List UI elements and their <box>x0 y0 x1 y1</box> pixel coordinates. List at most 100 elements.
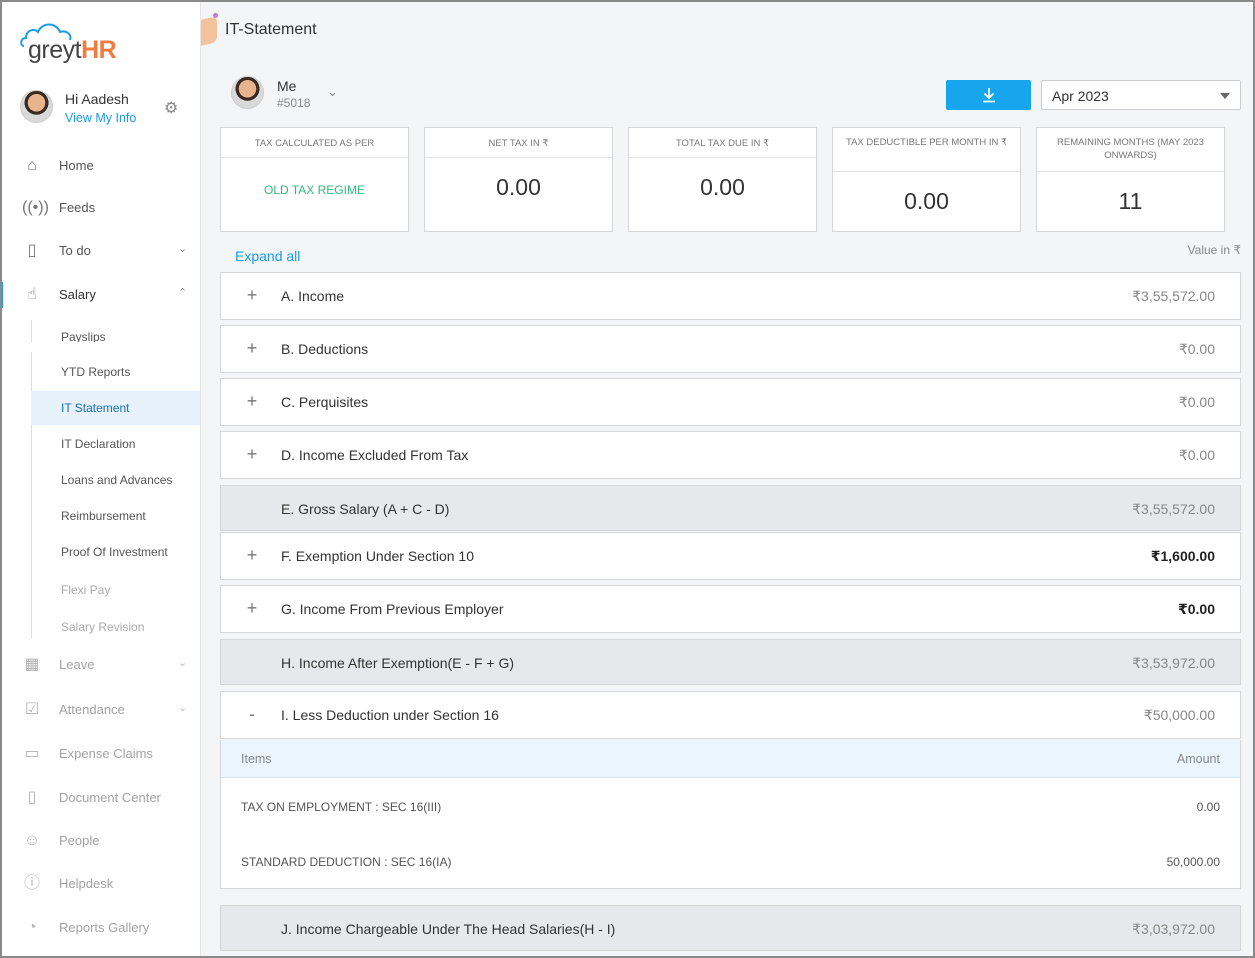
broadcast-icon: ((•)) <box>22 199 49 216</box>
logo-text: greyt <box>28 36 82 64</box>
section-amount: ₹3,53,972.00 <box>1132 655 1215 671</box>
greeting: Hi Aadesh <box>65 91 129 107</box>
sub-it-statement[interactable]: IT Statement <box>31 391 200 425</box>
section-amount: ₹50,000.00 <box>1143 707 1215 723</box>
sub-payslips[interactable]: Payslips <box>31 320 200 342</box>
nav-expense-label: Expense Claims <box>59 746 153 761</box>
sub-loans-advances[interactable]: Loans and Advances <box>31 463 200 497</box>
caret-down-icon <box>1220 93 1230 99</box>
remaining-months-value: 11 <box>1118 188 1143 214</box>
chevron-down-icon[interactable]: ⌄ <box>327 84 338 100</box>
avatar[interactable] <box>20 90 53 123</box>
plus-icon[interactable]: + <box>244 445 260 463</box>
main-content: IT-Statement Me #5018 ⌄ Apr 2023 TAX CAL… <box>201 0 1255 958</box>
hand-money-icon: ☝ <box>27 286 37 303</box>
plus-icon[interactable]: + <box>244 546 260 564</box>
card-total-due-head: TOTAL TAX DUE IN ₹ <box>629 128 816 158</box>
page-title: IT-Statement <box>225 21 317 38</box>
section-amount: ₹0.00 <box>1178 601 1215 617</box>
nav-attendance-label: Attendance <box>59 702 125 717</box>
sub-reimbursement-label: Reimbursement <box>61 509 146 523</box>
section-h-income-after-exemption: H. Income After Exemption(E - F + G) ₹3,… <box>220 639 1241 685</box>
row-amount: 50,000.00 <box>1166 855 1220 869</box>
nav-home-label: Home <box>59 158 94 173</box>
card-total-tax-due: TOTAL TAX DUE IN ₹ 0.00 <box>628 127 817 232</box>
section-label: C. Perquisites <box>281 394 369 410</box>
sidebar: greytHR Hi Aadesh View My Info ⚙ ⌂ Home … <box>0 0 201 958</box>
plus-icon[interactable]: + <box>244 392 260 410</box>
view-my-info-link[interactable]: View My Info <box>65 111 136 125</box>
user-profile: Hi Aadesh View My Info ⚙ <box>20 88 190 128</box>
section-label: F. Exemption Under Section 10 <box>281 548 474 564</box>
sub-reimbursement[interactable]: Reimbursement <box>31 499 200 533</box>
sub-revision-label: Salary Revision <box>61 620 145 634</box>
section-d-income-excluded[interactable]: + D. Income Excluded From Tax ₹0.00 <box>220 431 1241 479</box>
expand-all-link[interactable]: Expand all <box>235 248 300 264</box>
greythr-logo[interactable]: greytHR <box>20 20 140 66</box>
card-tax-regime-head: TAX CALCULATED AS PER <box>221 128 408 158</box>
period-select[interactable]: Apr 2023 <box>1041 80 1241 110</box>
section-i-deduction-16[interactable]: - I. Less Deduction under Section 16 ₹50… <box>220 691 1241 739</box>
value-in-note: Value in ₹ <box>1187 243 1241 257</box>
nav-document-center[interactable]: ▯ Document Center <box>0 780 200 816</box>
card-remaining-months: REMAINING MONTHS (MAY 2023 ONWARDS) 11 <box>1036 127 1225 232</box>
sub-salary-revision[interactable]: Salary Revision <box>31 610 200 644</box>
sub-it-declaration-label: IT Declaration <box>61 437 136 451</box>
minus-icon[interactable]: - <box>244 705 260 723</box>
sub-flexi-label: Flexi Pay <box>61 583 111 597</box>
employee-selector[interactable]: Me #5018 ⌄ <box>231 76 381 116</box>
col-amount: Amount <box>1176 752 1220 766</box>
section-j-income-chargeable: J. Income Chargeable Under The Head Sala… <box>220 905 1241 951</box>
nav-attendance[interactable]: ☑ Attendance ⌄ <box>0 692 200 728</box>
nav-home[interactable]: ⌂ Home <box>0 148 200 184</box>
section-f-exemption-10[interactable]: + F. Exemption Under Section 10 ₹1,600.0… <box>220 532 1241 580</box>
col-items: Items <box>241 752 272 766</box>
sub-proof-of-investment[interactable]: Proof Of Investment <box>31 535 200 569</box>
chevron-up-icon: ⌃ <box>178 287 188 299</box>
table-row: TAX ON EMPLOYMENT : SEC 16(III) 0.00 <box>221 778 1240 833</box>
section-e-gross-salary: E. Gross Salary (A + C - D) ₹3,55,572.00 <box>220 485 1241 531</box>
row-item: TAX ON EMPLOYMENT : SEC 16(III) <box>241 800 442 814</box>
section-amount: ₹0.00 <box>1178 394 1215 410</box>
check-square-icon: ☑ <box>24 701 40 718</box>
sub-it-declaration[interactable]: IT Declaration <box>31 427 200 461</box>
sub-payslips-label: Payslips <box>61 330 106 342</box>
section-b-deductions[interactable]: + B. Deductions ₹0.00 <box>220 325 1241 373</box>
card-remaining-head: REMAINING MONTHS (MAY 2023 ONWARDS) <box>1037 128 1224 172</box>
table-row: STANDARD DEDUCTION : SEC 16(IA) 50,000.0… <box>221 833 1240 888</box>
nav-leave[interactable]: ▦ Leave ⌄ <box>0 647 200 683</box>
calendar-icon: ▦ <box>24 656 40 673</box>
detail-table-header: Items Amount <box>221 740 1240 778</box>
nav-feeds-label: Feeds <box>59 200 96 215</box>
nav-todo[interactable]: ▯ To do ⌄ <box>0 233 200 269</box>
section-amount: ₹3,03,972.00 <box>1132 921 1215 937</box>
nav-helpdesk[interactable]: ⓘ Helpdesk <box>0 866 200 902</box>
card-tax-regime: TAX CALCULATED AS PER OLD TAX REGIME <box>220 127 409 232</box>
card-net-tax-head: NET TAX IN ₹ <box>425 128 612 158</box>
sub-ytd-reports[interactable]: YTD Reports <box>31 355 200 389</box>
nav-reports-gallery[interactable]: ◔ Reports Gallery <box>0 910 200 946</box>
nav-salary[interactable]: ☝ Salary ⌃ <box>0 277 200 313</box>
sub-ytd-label: YTD Reports <box>61 365 131 379</box>
section-label: G. Income From Previous Employer <box>281 601 504 617</box>
section-c-perquisites[interactable]: + C. Perquisites ₹0.00 <box>220 378 1241 426</box>
sub-proof-label: Proof Of Investment <box>61 545 168 559</box>
section-g-previous-employer[interactable]: + G. Income From Previous Employer ₹0.00 <box>220 585 1241 633</box>
sub-it-statement-label: IT Statement <box>61 401 130 415</box>
nav-feeds[interactable]: ((•)) Feeds <box>0 190 200 226</box>
nav-people[interactable]: ☺ People <box>0 823 200 859</box>
section-label: J. Income Chargeable Under The Head Sala… <box>281 921 616 937</box>
row-item: STANDARD DEDUCTION : SEC 16(IA) <box>241 855 452 869</box>
chevron-down-icon: ⌄ <box>178 657 188 669</box>
plus-icon[interactable]: + <box>244 599 260 617</box>
nav-expense-claims[interactable]: ▭ Expense Claims <box>0 736 200 772</box>
gear-icon[interactable]: ⚙ <box>164 98 178 118</box>
nav-document-label: Document Center <box>59 790 161 805</box>
logo-hr: HR <box>81 36 117 64</box>
chevron-down-icon: ⌄ <box>178 702 188 714</box>
section-a-income[interactable]: + A. Income ₹3,55,572.00 <box>220 272 1241 320</box>
sub-flexi-pay[interactable]: Flexi Pay <box>31 573 200 607</box>
plus-icon[interactable]: + <box>244 339 260 357</box>
plus-icon[interactable]: + <box>244 286 260 304</box>
download-button[interactable] <box>946 80 1031 110</box>
